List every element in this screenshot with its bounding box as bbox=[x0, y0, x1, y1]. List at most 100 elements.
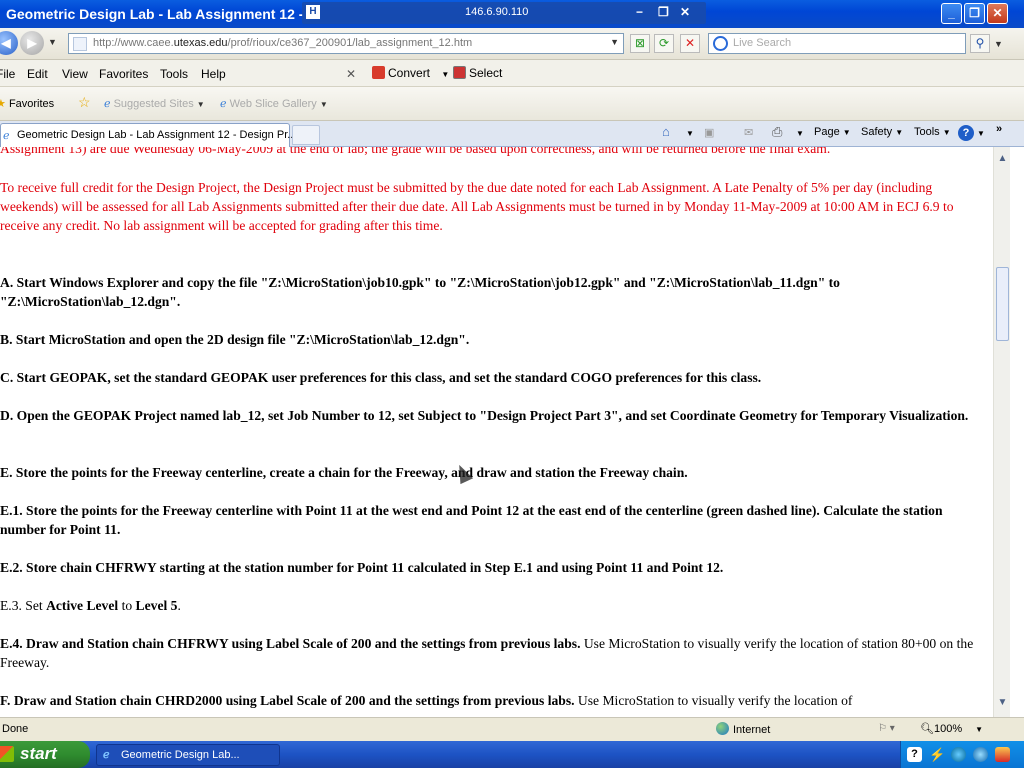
tab-active[interactable]: ℯ Geometric Design Lab - Lab Assignment … bbox=[0, 123, 296, 147]
stop-icon[interactable]: ✕ bbox=[680, 34, 700, 53]
search-icon[interactable]: ⚲ bbox=[970, 34, 990, 53]
safety-menu-button[interactable]: Safety ▼ bbox=[861, 126, 903, 138]
search-options-dropdown-icon[interactable]: ▼ bbox=[994, 39, 1003, 49]
start-button[interactable]: start bbox=[0, 741, 90, 768]
step-e2: E.2. Store chain CHFRWY starting at the … bbox=[0, 560, 724, 575]
help-tray-icon[interactable]: ? bbox=[907, 747, 922, 762]
zoom-icon: 🔍︎ bbox=[920, 723, 934, 735]
suggested-sites-link[interactable]: ℯ Suggested Sites ▼ bbox=[104, 97, 205, 110]
select-button[interactable]: Select bbox=[453, 66, 502, 80]
back-button[interactable]: ◀ bbox=[0, 31, 18, 55]
network-tray-icon[interactable]: ⚡ bbox=[929, 747, 945, 762]
favorites-bar: ★ Favorites ☆ ℯ Suggested Sites ▼ ℯ Web … bbox=[0, 87, 1024, 121]
add-favorites-icon[interactable]: ☆ bbox=[78, 94, 91, 111]
scroll-down-icon[interactable]: ▼ bbox=[996, 697, 1009, 711]
refresh-icon[interactable]: ⟳ bbox=[654, 34, 674, 53]
home-icon[interactable]: ⌂ bbox=[662, 124, 670, 139]
menu-favorites[interactable]: Favorites bbox=[99, 67, 148, 81]
history-dropdown-icon[interactable]: ▼ bbox=[48, 37, 57, 47]
menu-bar: File Edit View Favorites Tools Help ✕ Co… bbox=[0, 60, 1024, 87]
mail-icon[interactable]: ✉ bbox=[744, 126, 753, 139]
step-b: B. Start MicroStation and open the 2D de… bbox=[0, 332, 470, 347]
new-tab-button[interactable] bbox=[292, 125, 320, 145]
compatibility-icon[interactable]: ⊠ bbox=[630, 34, 650, 53]
tray-app-icon[interactable] bbox=[951, 747, 966, 762]
address-dropdown-icon[interactable]: ▼ bbox=[610, 37, 619, 47]
remote-minimize-icon[interactable]: − bbox=[636, 5, 643, 19]
web-slice-gallery-link[interactable]: ℯ Web Slice Gallery ▼ bbox=[220, 97, 328, 110]
favorites-button[interactable]: ★ Favorites bbox=[0, 97, 54, 110]
taskbar-item-ie[interactable]: ℯ Geometric Design Lab... bbox=[96, 744, 280, 766]
scrollbar-thumb[interactable] bbox=[996, 267, 1009, 341]
maximize-button[interactable]: ❐ bbox=[964, 3, 985, 24]
ie-icon: ℯ bbox=[104, 98, 111, 110]
convert-button[interactable]: Convert ▼ bbox=[372, 66, 449, 80]
globe-icon bbox=[716, 722, 729, 735]
remote-restore-icon[interactable]: ❐ bbox=[658, 5, 669, 19]
title-bar: Geometric Design Lab - Lab Assignment 12… bbox=[0, 0, 1024, 28]
tab-bar: ℯ Geometric Design Lab - Lab Assignment … bbox=[0, 121, 1024, 147]
status-text: Done bbox=[2, 723, 29, 735]
address-toolbar: ◀ ▶ ▼ http://www.caee.utexas.edu/prof/ri… bbox=[0, 28, 1024, 60]
live-search-logo-icon bbox=[713, 36, 728, 51]
menu-help[interactable]: Help bbox=[201, 67, 226, 81]
step-e1: E.1. Store the points for the Freeway ce… bbox=[0, 503, 943, 537]
partial-top-paragraph: Assignment 13) are due Wednesday 06-May-… bbox=[0, 147, 831, 156]
ie-icon: ℯ bbox=[3, 130, 10, 142]
chevron-more-icon[interactable]: » bbox=[996, 123, 1002, 135]
step-e: E. Store the points for the Freeway cent… bbox=[0, 465, 688, 480]
tray-app-icon-2[interactable] bbox=[973, 747, 988, 762]
protected-mode-icon[interactable]: ⚐ ▾ bbox=[878, 723, 895, 734]
search-placeholder: Live Search bbox=[733, 37, 792, 49]
security-zone[interactable]: Internet bbox=[716, 722, 770, 736]
step-a: A. Start Windows Explorer and copy the f… bbox=[0, 275, 840, 309]
taskbar-item-label: Geometric Design Lab... bbox=[121, 749, 240, 761]
step-d: D. Open the GEOPAK Project named lab_12,… bbox=[0, 408, 969, 423]
window-edge bbox=[1010, 147, 1024, 717]
search-input[interactable]: Live Search bbox=[708, 33, 966, 54]
step-c: C. Start GEOPAK, set the standard GEOPAK… bbox=[0, 370, 762, 385]
menu-file[interactable]: File bbox=[0, 67, 15, 81]
star-icon: ★ bbox=[0, 98, 6, 110]
system-tray: ? ⚡ bbox=[900, 741, 1024, 768]
remote-close-icon[interactable]: ✕ bbox=[680, 5, 690, 19]
vertical-scrollbar[interactable]: ▲ ▼ bbox=[993, 147, 1010, 717]
step-f: F. Draw and Station chain CHRD2000 using… bbox=[0, 693, 853, 708]
close-toolbar-icon[interactable]: ✕ bbox=[346, 67, 356, 81]
remote-ip: 146.6.90.110 bbox=[465, 6, 529, 18]
windows-logo-icon bbox=[0, 746, 14, 762]
ie-icon: ℯ bbox=[103, 749, 110, 761]
tools-menu-button[interactable]: Tools ▼ bbox=[914, 126, 951, 138]
help-icon[interactable]: ? bbox=[958, 125, 974, 141]
print-icon[interactable]: ⎙ bbox=[772, 124, 782, 140]
zoom-level[interactable]: 🔍︎100% ▼ bbox=[920, 722, 983, 735]
print-dropdown-icon[interactable]: ▼ bbox=[796, 129, 804, 138]
pdf-convert-icon bbox=[372, 66, 385, 79]
menu-tools[interactable]: Tools bbox=[160, 67, 188, 81]
address-field[interactable]: http://www.caee.utexas.edu/prof/rioux/ce… bbox=[68, 33, 624, 54]
step-e4: E.4. Draw and Station chain CHFRWY using… bbox=[0, 636, 974, 670]
menu-edit[interactable]: Edit bbox=[27, 67, 48, 81]
feeds-icon[interactable]: ▣ bbox=[704, 126, 714, 139]
late-policy-paragraph: To receive full credit for the Design Pr… bbox=[0, 180, 954, 233]
url-text[interactable]: http://www.caee.utexas.edu/prof/rioux/ce… bbox=[93, 37, 472, 49]
home-dropdown-icon[interactable]: ▼ bbox=[686, 129, 694, 138]
taskbar: start ℯ Geometric Design Lab... ? ⚡ bbox=[0, 741, 1024, 768]
tab-label: Geometric Design Lab - Lab Assignment 12… bbox=[17, 129, 297, 141]
close-button[interactable]: ✕ bbox=[987, 3, 1008, 24]
forward-button[interactable]: ▶ bbox=[20, 31, 44, 55]
step-e3: E.3. Set Active Level to Level 5. bbox=[0, 598, 181, 613]
tray-security-icon[interactable] bbox=[995, 747, 1010, 762]
minimize-button[interactable]: _ bbox=[941, 3, 962, 24]
scroll-up-icon[interactable]: ▲ bbox=[996, 153, 1009, 167]
page-content: Assignment 13) are due Wednesday 06-May-… bbox=[0, 147, 993, 717]
select-icon bbox=[453, 66, 466, 79]
window-title: Geometric Design Lab - Lab Assignment 12… bbox=[6, 6, 304, 22]
start-label: start bbox=[20, 744, 57, 763]
page-menu-button[interactable]: Page ▼ bbox=[814, 126, 851, 138]
pin-icon[interactable]: H bbox=[306, 5, 320, 19]
ie-icon: ℯ bbox=[220, 98, 227, 110]
remote-session-bar: H 146.6.90.110 − ❐ ✕ bbox=[302, 2, 706, 24]
help-dropdown-icon[interactable]: ▼ bbox=[977, 129, 985, 138]
menu-view[interactable]: View bbox=[62, 67, 88, 81]
